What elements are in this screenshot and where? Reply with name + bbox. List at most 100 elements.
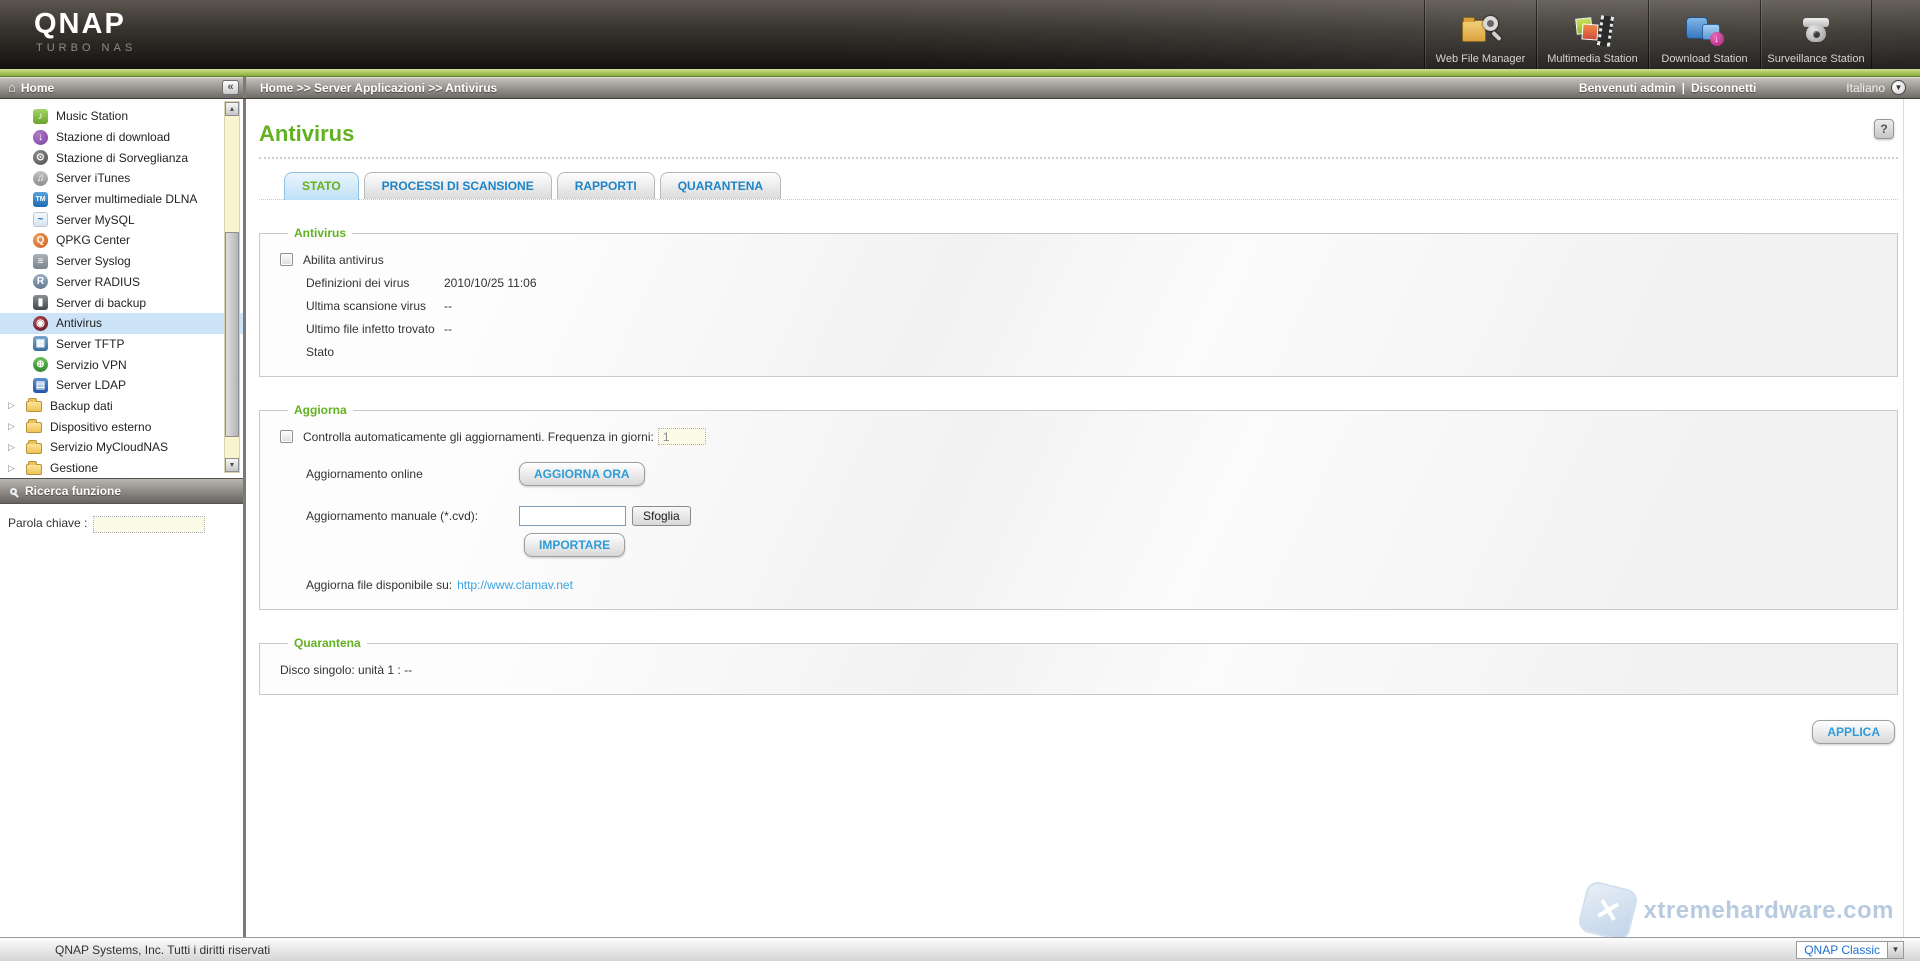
watermark: ✕ xtremehardware.com	[1582, 885, 1894, 937]
import-button[interactable]: IMPORTARE	[524, 533, 625, 557]
xtremehardware-logo-icon: ✕	[1576, 879, 1639, 937]
station-web-file-manager[interactable]: Web File Manager	[1424, 0, 1536, 69]
mysql-icon: ~	[33, 212, 48, 227]
antivirus-groupbox: Antivirus Abilita antivirus Definizioni …	[259, 226, 1898, 377]
session-separator: |	[1682, 81, 1685, 95]
quarantine-status: Disco singolo: unità 1 : --	[280, 663, 412, 677]
page-title: Antivirus	[259, 121, 1898, 147]
update-now-button[interactable]: AGGIORNA ORA	[519, 462, 645, 486]
online-update-row: Aggiornamento online AGGIORNA ORA	[280, 462, 1877, 486]
sidebar-item-surveillance-station[interactable]: ⊙ Stazione di Sorveglianza	[0, 147, 243, 168]
tab-rapporti[interactable]: RAPPORTI	[557, 172, 655, 199]
theme-selector[interactable]: QNAP Classic ▼	[1796, 941, 1904, 959]
sidebar-scrollbar[interactable]: ▲ ▼	[224, 101, 240, 473]
sidebar-item-backup-server[interactable]: ▮ Server di backup	[0, 292, 243, 313]
frequency-input[interactable]	[658, 428, 706, 445]
top-header: QNAP TURBO NAS Web File Manager Multimed…	[0, 0, 1920, 69]
accent-band	[0, 69, 1920, 77]
quarantine-groupbox: Quarantena Disco singolo: unità 1 : --	[259, 636, 1898, 695]
keyword-input[interactable]	[93, 516, 205, 533]
language-selector[interactable]: Italiano ▼	[1846, 80, 1906, 95]
last-scan-label: Ultima scansione virus	[306, 299, 444, 313]
sidebar: ♪ Music Station ↓ Stazione di download ⊙…	[0, 99, 246, 937]
apply-row: APPLICA	[259, 720, 1898, 744]
sidebar-collapse-button[interactable]: «	[222, 80, 239, 95]
multimedia-station-icon	[1570, 12, 1616, 50]
station-label: Download Station	[1661, 53, 1747, 65]
main-content: ? Antivirus STATO PROCESSI DI SCANSIONE …	[246, 99, 1920, 937]
status-label: Stato	[306, 345, 444, 359]
scroll-up-button[interactable]: ▲	[225, 102, 239, 116]
brand-block: QNAP TURBO NAS	[0, 0, 136, 54]
sidebar-header: ⌂ Home «	[0, 77, 246, 98]
enable-antivirus-row: Abilita antivirus	[280, 248, 1877, 271]
browse-button[interactable]: Sfoglia	[632, 506, 691, 526]
sidebar-item-dlna-server[interactable]: TM Server multimediale DLNA	[0, 189, 243, 210]
enable-antivirus-checkbox[interactable]	[280, 253, 293, 266]
sidebar-folder-mycloudnas[interactable]: ▷ Servizio MyCloudNAS	[0, 437, 243, 458]
station-label: Multimedia Station	[1547, 53, 1638, 65]
files-available-row: Aggiorna file disponibile su: http://www…	[280, 573, 1877, 596]
sidebar-folder-dispositivo-esterno[interactable]: ▷ Dispositivo esterno	[0, 416, 243, 437]
watermark-text: xtremehardware.com	[1644, 897, 1894, 925]
sidebar-item-tftp-server[interactable]: ▦ Server TFTP	[0, 334, 243, 355]
sidebar-item-music-station[interactable]: ♪ Music Station	[0, 106, 243, 127]
sidebar-item-ldap-server[interactable]: ▤ Server LDAP	[0, 375, 243, 396]
nav-row: ⌂ Home « Home >> Server Applicazioni >> …	[0, 77, 1920, 99]
virus-definitions-label: Definizioni dei virus	[306, 276, 444, 290]
virus-definitions-row: Definizioni dei virus 2010/10/25 11:06	[280, 271, 1877, 294]
expander-icon[interactable]: ▷	[8, 463, 18, 474]
camera-icon: ⊙	[33, 150, 48, 165]
manual-update-input[interactable]	[519, 506, 626, 526]
qpkg-icon: Q	[33, 233, 48, 248]
apply-button[interactable]: APPLICA	[1812, 720, 1895, 744]
expander-icon[interactable]: ▷	[8, 442, 18, 453]
sidebar-folder-gestione[interactable]: ▷ Gestione	[0, 458, 243, 478]
dlna-icon: TM	[33, 192, 48, 207]
sidebar-item-mysql-server[interactable]: ~ Server MySQL	[0, 209, 243, 230]
sidebar-folder-backup-dati[interactable]: ▷ Backup dati	[0, 396, 243, 417]
last-infected-row: Ultimo file infetto trovato --	[280, 317, 1877, 340]
sidebar-item-vpn-service[interactable]: ⊕ Servizio VPN	[0, 354, 243, 375]
sidebar-item-antivirus[interactable]: ◉ Antivirus	[0, 313, 243, 334]
home-icon: ⌂	[8, 80, 16, 95]
station-surveillance[interactable]: Surveillance Station	[1760, 0, 1872, 69]
sidebar-item-radius-server[interactable]: R Server RADIUS	[0, 272, 243, 293]
tab-quarantena[interactable]: QUARANTENA	[660, 172, 781, 199]
files-available-label: Aggiorna file disponibile su:	[306, 578, 452, 592]
breadcrumb-bar: Home >> Server Applicazioni >> Antivirus…	[246, 77, 1920, 98]
tab-stato[interactable]: STATO	[284, 172, 359, 200]
antivirus-icon: ◉	[33, 316, 48, 331]
expander-icon[interactable]: ▷	[8, 421, 18, 432]
virus-definitions-value: 2010/10/25 11:06	[444, 276, 537, 290]
station-multimedia[interactable]: Multimedia Station	[1536, 0, 1648, 69]
logout-link[interactable]: Disconnetti	[1691, 81, 1756, 95]
sidebar-item-qpkg-center[interactable]: Q QPKG Center	[0, 230, 243, 251]
online-update-label: Aggiornamento online	[306, 467, 519, 481]
scroll-down-button[interactable]: ▼	[225, 458, 239, 472]
music-icon: ♪	[33, 109, 48, 124]
last-scan-row: Ultima scansione virus --	[280, 294, 1877, 317]
function-search-header[interactable]: Ricerca funzione	[0, 478, 243, 504]
keyword-label: Parola chiave :	[8, 516, 87, 530]
station-shortcuts: Web File Manager Multimedia Station ↓ Do…	[1424, 0, 1872, 69]
antivirus-legend: Antivirus	[288, 226, 352, 240]
search-icon	[10, 488, 17, 495]
welcome-text: Benvenuti admin	[1579, 81, 1676, 95]
sidebar-item-itunes-server[interactable]: ♫ Server iTunes	[0, 168, 243, 189]
footer: QNAP Systems, Inc. Tutti i diritti riser…	[0, 937, 1920, 961]
folder-icon	[26, 464, 42, 475]
itunes-icon: ♫	[33, 171, 48, 186]
help-button[interactable]: ?	[1874, 119, 1894, 139]
sidebar-item-syslog-server[interactable]: ≡ Server Syslog	[0, 251, 243, 272]
theme-label: QNAP Classic	[1797, 943, 1887, 957]
expander-icon[interactable]: ▷	[8, 400, 18, 411]
syslog-icon: ≡	[33, 254, 48, 269]
auto-update-checkbox[interactable]	[280, 430, 293, 443]
web-file-manager-icon	[1458, 12, 1504, 50]
clamav-link[interactable]: http://www.clamav.net	[457, 578, 573, 592]
sidebar-item-download-station[interactable]: ↓ Stazione di download	[0, 127, 243, 148]
tab-processi-di-scansione[interactable]: PROCESSI DI SCANSIONE	[364, 172, 552, 199]
scrollbar-thumb[interactable]	[225, 232, 239, 437]
station-download[interactable]: ↓ Download Station	[1648, 0, 1760, 69]
